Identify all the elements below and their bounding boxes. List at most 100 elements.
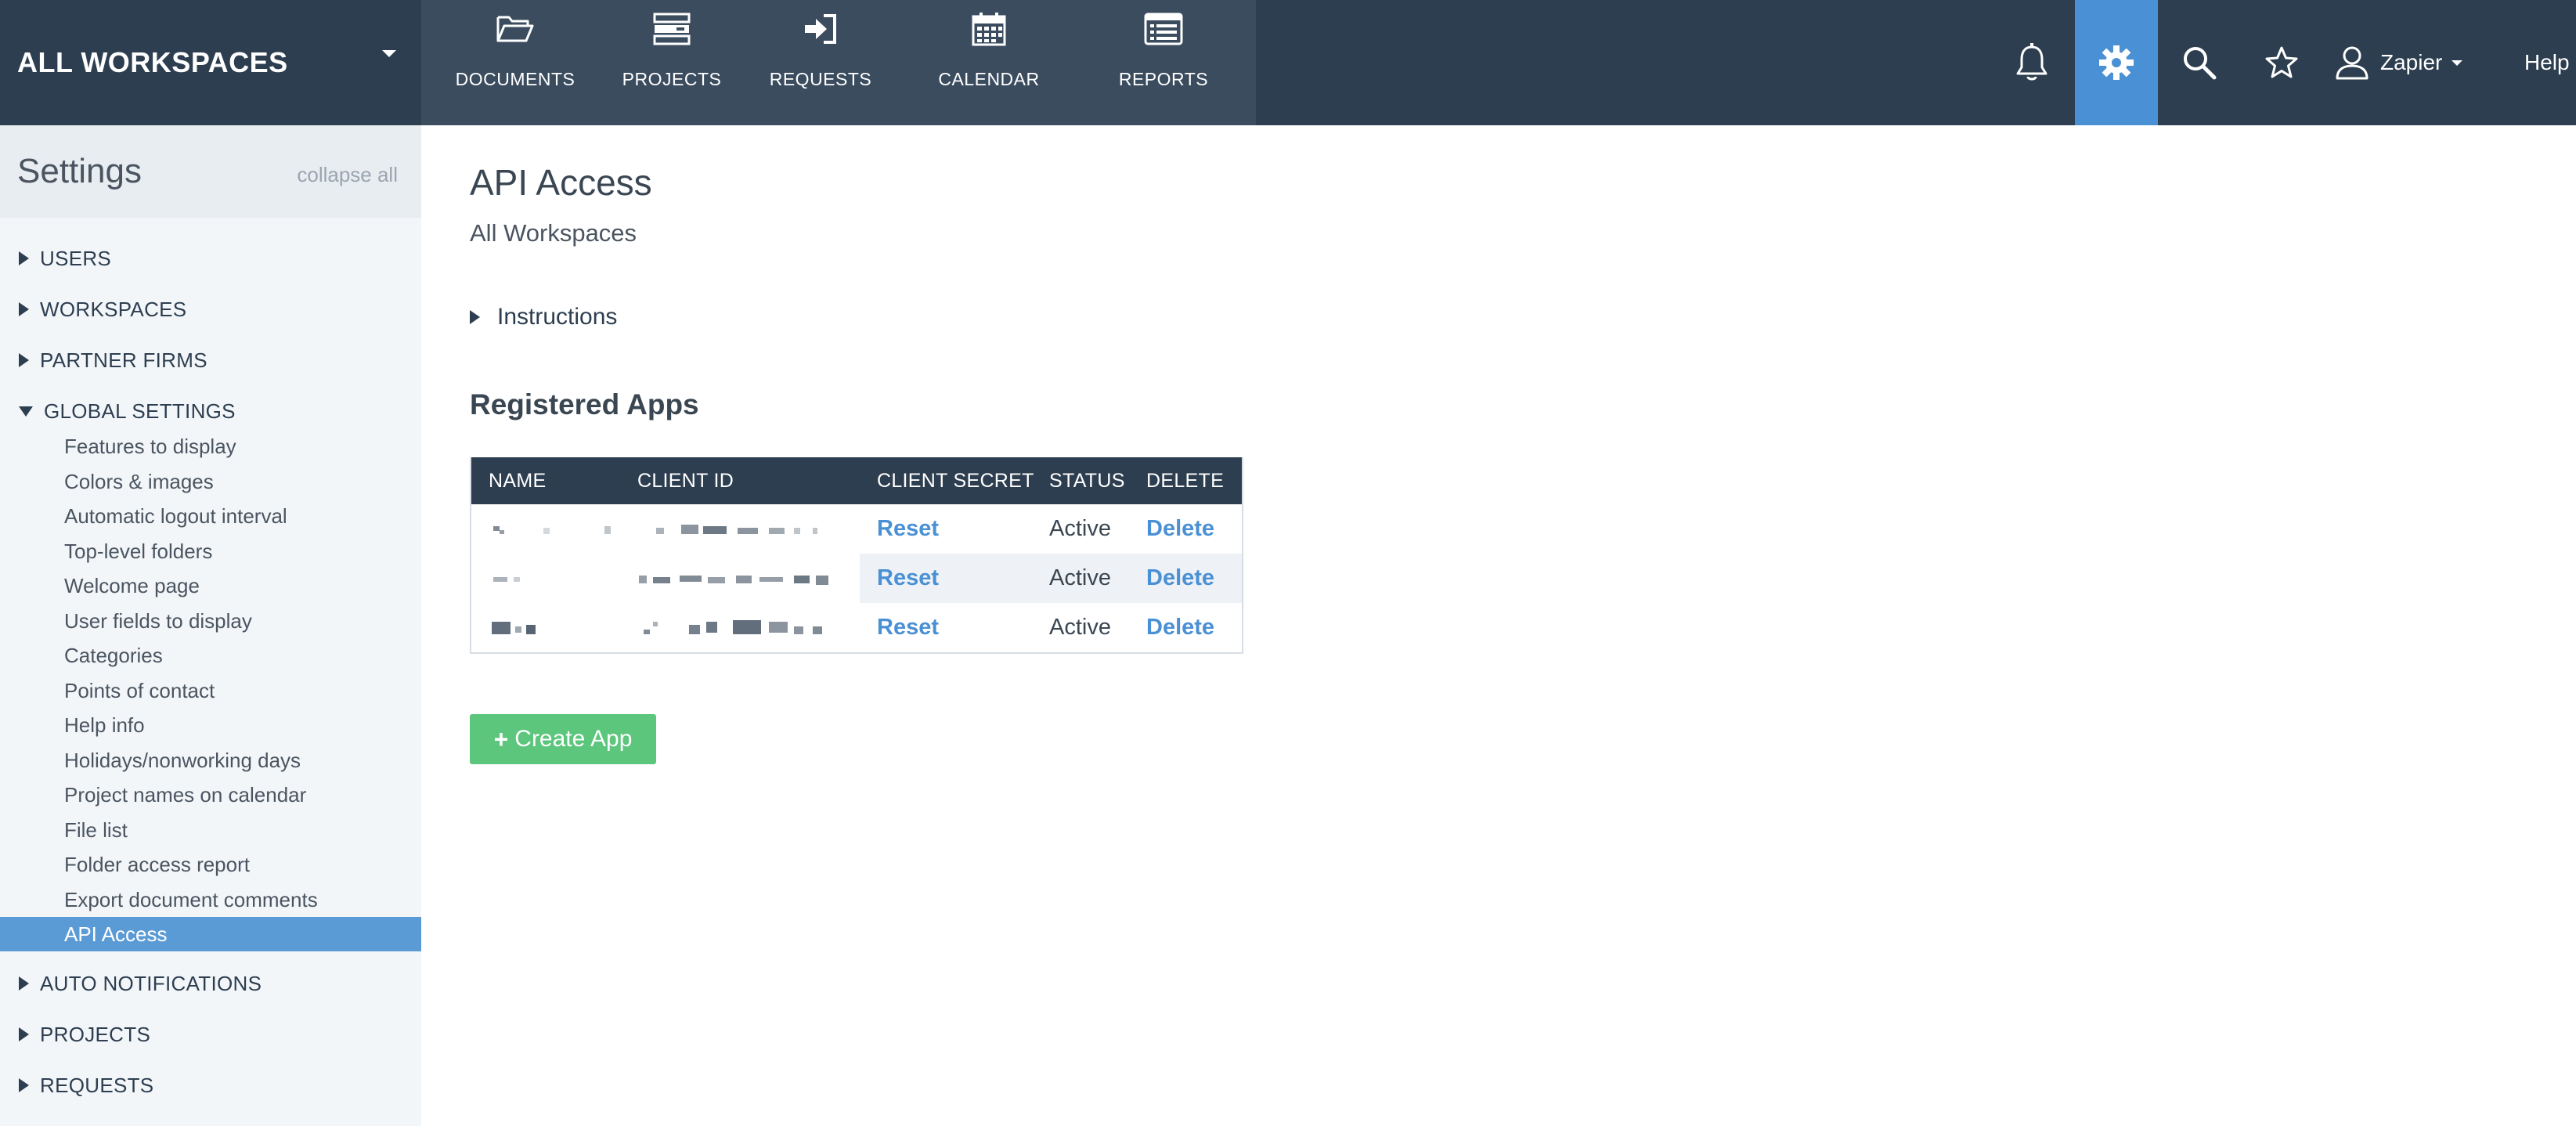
sidebar-section-projects[interactable]: PROJECTS <box>0 1017 421 1052</box>
instructions-label: Instructions <box>497 304 618 330</box>
user-menu[interactable]: Zapier <box>2333 0 2490 125</box>
sidebar-section-label: GLOBAL SETTINGS <box>44 399 236 423</box>
workspace-switcher-label: ALL WORKSPACES <box>17 46 288 78</box>
sign-in-icon <box>805 14 836 44</box>
sidebar-item-api-access[interactable]: API Access <box>0 917 421 951</box>
redacted-cell <box>471 603 860 652</box>
caret-down-icon <box>2452 60 2463 66</box>
sidebar-section-partner-firms[interactable]: PARTNER FIRMS <box>0 343 421 377</box>
sidebar-section-auto-notifications[interactable]: AUTO NOTIFICATIONS <box>0 966 421 1001</box>
nav-reports-label: REPORTS <box>1118 69 1209 89</box>
settings-button[interactable] <box>2075 0 2158 125</box>
delete-app-link[interactable]: Delete <box>1146 615 1214 641</box>
sidebar-item-colors-images[interactable]: Colors & images <box>0 464 421 499</box>
reset-secret-link[interactable]: Reset <box>877 565 939 591</box>
status-cell: Active <box>1049 615 1111 640</box>
sidebar-item-folder-access-report[interactable]: Folder access report <box>0 847 421 882</box>
page-subtitle: All Workspaces <box>470 219 637 247</box>
reset-secret-link[interactable]: Reset <box>877 516 939 542</box>
caret-right-icon <box>470 310 480 324</box>
delete-app-link[interactable]: Delete <box>1146 516 1214 542</box>
instructions-toggle[interactable]: Instructions <box>470 304 617 330</box>
sidebar-section-label: USERS <box>40 246 112 270</box>
user-name: Zapier <box>2380 50 2443 74</box>
calendar-icon <box>972 13 1006 46</box>
table-row: Reset Active Delete <box>471 554 1242 603</box>
redacted-cell <box>471 554 860 603</box>
nav-projects[interactable]: PROJECTS <box>609 0 734 125</box>
help-label: Help <box>2524 50 2570 74</box>
column-header-delete: DELETE <box>1146 469 1225 492</box>
nav-requests[interactable]: REQUESTS <box>734 0 907 125</box>
sidebar-section-label: PARTNER FIRMS <box>40 348 207 372</box>
column-header-name: NAME <box>489 469 547 492</box>
star-icon <box>2265 46 2298 78</box>
nav-documents[interactable]: DOCUMENTS <box>421 0 609 125</box>
caret-right-icon <box>19 353 29 367</box>
registered-apps-table: NAME CLIENT ID CLIENT SECRET STATUS DELE… <box>470 457 1243 654</box>
sidebar-item-file-list[interactable]: File list <box>0 813 421 847</box>
search-icon <box>2184 47 2217 80</box>
nav-projects-label: PROJECTS <box>622 69 722 89</box>
favorites-button[interactable] <box>2241 0 2322 125</box>
sidebar-item-welcome-page[interactable]: Welcome page <box>0 568 421 603</box>
create-app-button[interactable]: + Create App <box>470 714 656 764</box>
sidebar-item-top-level-folders[interactable]: Top-level folders <box>0 534 421 568</box>
sidebar-header: Settings collapse all <box>0 125 421 218</box>
sidebar-section-workspaces[interactable]: WORKSPACES <box>0 292 421 327</box>
search-button[interactable] <box>2158 0 2241 125</box>
sidebar-section-label: PROJECTS <box>40 1022 151 1046</box>
user-icon <box>2336 46 2369 80</box>
status-cell: Active <box>1049 516 1111 541</box>
sidebar-section-label: REQUESTS <box>40 1073 154 1097</box>
sidebar-item-categories[interactable]: Categories <box>0 638 421 673</box>
sidebar-title: Settings <box>17 152 142 190</box>
sidebar-item-automatic-logout[interactable]: Automatic logout interval <box>0 499 421 533</box>
sidebar-section-label: AUTO NOTIFICATIONS <box>40 971 262 995</box>
caret-down-icon <box>19 406 33 417</box>
sidebar-item-holidays[interactable]: Holidays/nonworking days <box>0 743 421 778</box>
workspace-switcher[interactable]: ALL WORKSPACES <box>0 0 421 125</box>
reset-secret-link[interactable]: Reset <box>877 615 939 641</box>
sidebar-item-points-of-contact[interactable]: Points of contact <box>0 673 421 708</box>
sidebar-item-help-info[interactable]: Help info <box>0 708 421 742</box>
caret-down-icon <box>382 50 396 57</box>
sidebar-section-users[interactable]: USERS <box>0 241 421 276</box>
nav-requests-label: REQUESTS <box>769 69 872 89</box>
caret-right-icon <box>19 976 29 991</box>
folder-open-icon <box>496 16 534 42</box>
bell-icon <box>2016 43 2047 81</box>
sidebar-item-features-to-display[interactable]: Features to display <box>0 429 421 464</box>
notifications-button[interactable] <box>1989 0 2075 125</box>
nav-reports[interactable]: REPORTS <box>1071 0 1256 125</box>
delete-app-link[interactable]: Delete <box>1146 565 1214 591</box>
nav-calendar-label: CALENDAR <box>938 69 1040 89</box>
sidebar-item-export-comments[interactable]: Export document comments <box>0 882 421 917</box>
plus-icon: + <box>493 724 509 753</box>
gear-icon <box>2099 45 2134 80</box>
column-header-client-secret: CLIENT SECRET <box>877 469 1034 492</box>
create-app-label: Create App <box>514 726 633 752</box>
nav-documents-label: DOCUMENTS <box>455 69 575 89</box>
nav-calendar[interactable]: CALENDAR <box>907 0 1071 125</box>
main-nav: DOCUMENTS PROJECTS REQUESTS CALENDAR REP… <box>421 0 1256 125</box>
page-title: API Access <box>470 162 652 203</box>
redacted-cell <box>471 504 860 554</box>
main-content: API Access All Workspaces Instructions R… <box>421 125 2576 1126</box>
sidebar-section-requests[interactable]: REQUESTS <box>0 1068 421 1103</box>
settings-sidebar: Settings collapse all USERS WORKSPACES P… <box>0 125 421 1126</box>
caret-right-icon <box>19 1078 29 1092</box>
list-alt-icon <box>1144 13 1183 45</box>
table-row: Reset Active Delete <box>471 603 1242 652</box>
right-toolbar: Zapier Help <box>1989 0 2576 125</box>
caret-right-icon <box>19 251 29 265</box>
registered-apps-title: Registered Apps <box>470 388 699 420</box>
sidebar-item-project-names-calendar[interactable]: Project names on calendar <box>0 778 421 812</box>
server-stack-icon <box>653 13 691 45</box>
collapse-all-link[interactable]: collapse all <box>297 163 398 187</box>
sidebar-section-global-settings[interactable]: GLOBAL SETTINGS <box>0 394 421 428</box>
sidebar-item-user-fields[interactable]: User fields to display <box>0 604 421 638</box>
help-link[interactable]: Help <box>2524 0 2576 125</box>
table-header: NAME CLIENT ID CLIENT SECRET STATUS DELE… <box>471 457 1242 504</box>
column-header-status: STATUS <box>1049 469 1125 492</box>
